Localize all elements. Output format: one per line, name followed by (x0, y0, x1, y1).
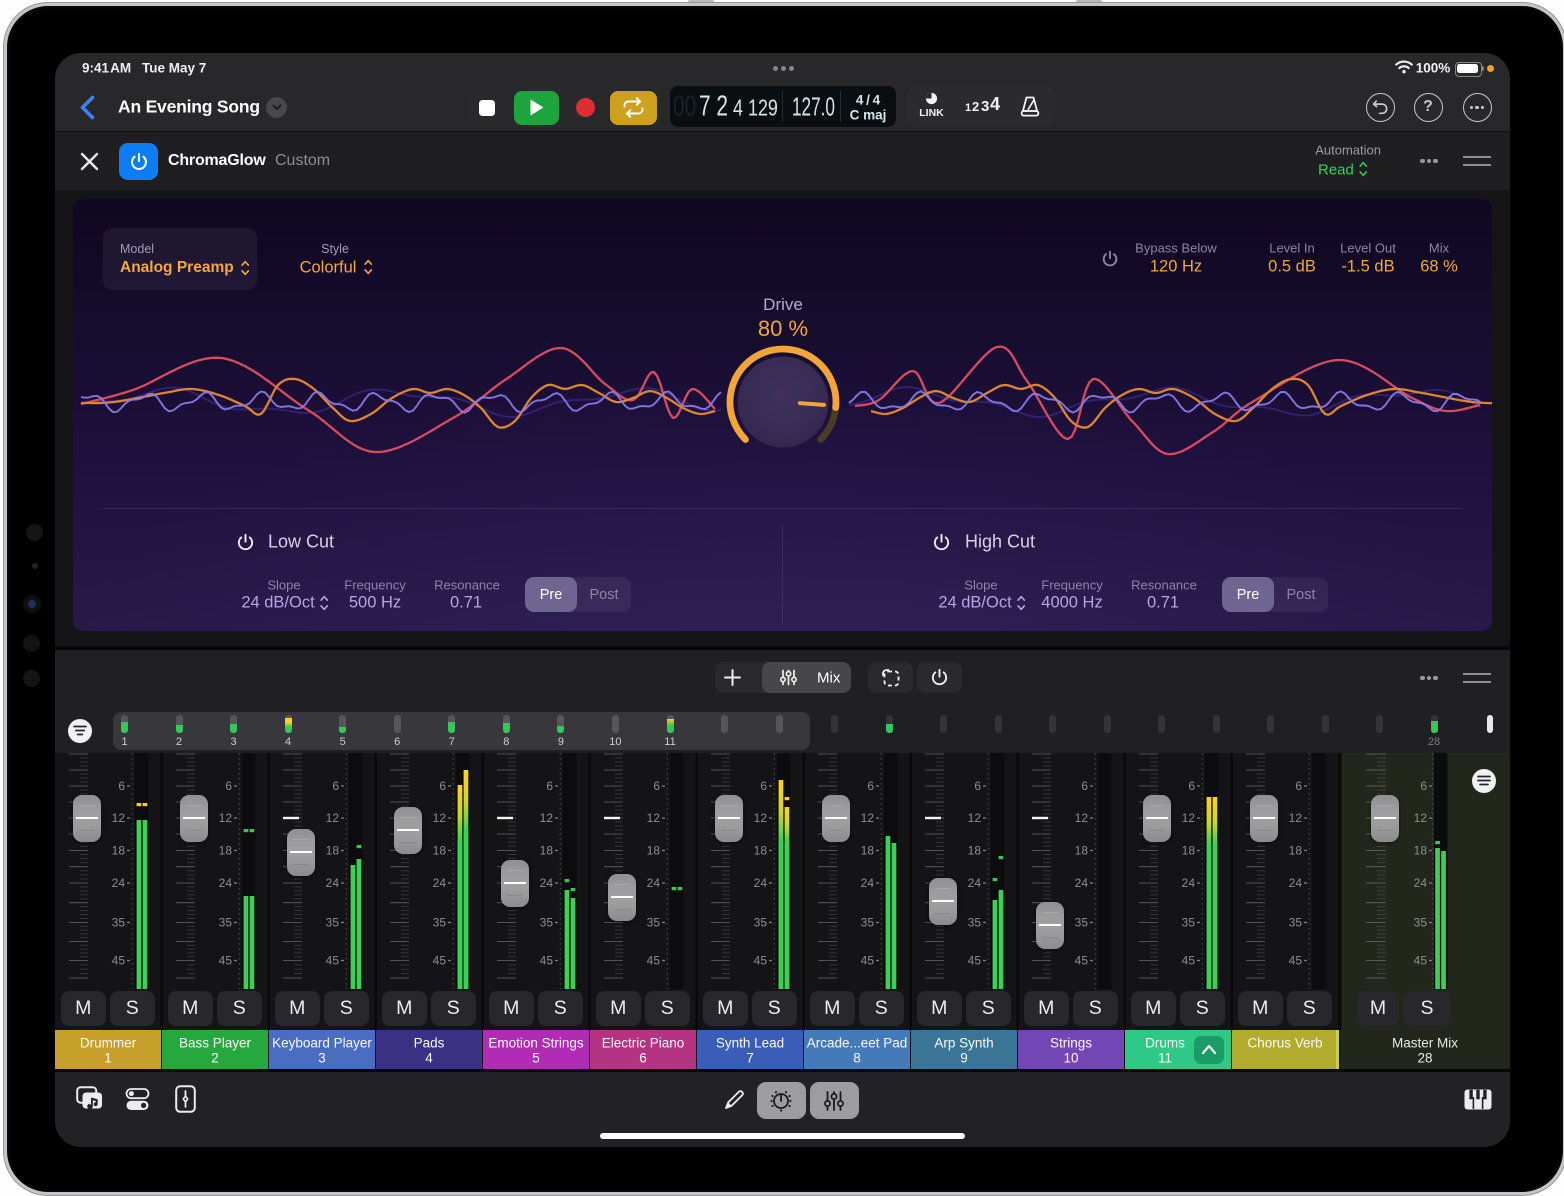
svg-text:18: 18 (433, 844, 447, 858)
svg-text:6: 6 (546, 779, 553, 793)
svg-text:18: 18 (1182, 844, 1196, 858)
svg-text:45: 45 (1182, 954, 1196, 968)
svg-text:12: 12 (1182, 811, 1196, 825)
svg-text:12: 12 (968, 811, 982, 825)
svg-text:45: 45 (1414, 954, 1428, 968)
svg-text:12: 12 (647, 811, 661, 825)
svg-text:45: 45 (861, 954, 875, 968)
svg-text:12: 12 (326, 811, 340, 825)
svg-text:18: 18 (326, 844, 340, 858)
svg-text:45: 45 (112, 954, 126, 968)
svg-text:24: 24 (326, 876, 340, 890)
svg-text:6: 6 (1295, 779, 1302, 793)
svg-text:6: 6 (760, 779, 767, 793)
svg-text:35: 35 (1289, 916, 1303, 930)
svg-text:45: 45 (326, 954, 340, 968)
svg-text:18: 18 (540, 844, 554, 858)
svg-text:24: 24 (754, 876, 768, 890)
svg-text:45: 45 (540, 954, 554, 968)
svg-text:24: 24 (540, 876, 554, 890)
svg-text:12: 12 (754, 811, 768, 825)
svg-text:6: 6 (225, 779, 232, 793)
svg-text:35: 35 (540, 916, 554, 930)
svg-text:6: 6 (439, 779, 446, 793)
svg-text:18: 18 (1289, 844, 1303, 858)
svg-text:24: 24 (1289, 876, 1303, 890)
svg-text:35: 35 (326, 916, 340, 930)
svg-text:35: 35 (219, 916, 233, 930)
svg-text:12: 12 (1289, 811, 1303, 825)
svg-text:24: 24 (861, 876, 875, 890)
svg-text:6: 6 (1081, 779, 1088, 793)
svg-text:35: 35 (968, 916, 982, 930)
svg-text:6: 6 (332, 779, 339, 793)
svg-text:18: 18 (754, 844, 768, 858)
svg-text:12: 12 (112, 811, 126, 825)
svg-text:18: 18 (861, 844, 875, 858)
svg-text:18: 18 (1414, 844, 1428, 858)
svg-text:45: 45 (1075, 954, 1089, 968)
svg-text:12: 12 (1414, 811, 1428, 825)
svg-text:24: 24 (968, 876, 982, 890)
svg-text:24: 24 (112, 876, 126, 890)
svg-text:24: 24 (1075, 876, 1089, 890)
svg-text:18: 18 (112, 844, 126, 858)
svg-text:24: 24 (1182, 876, 1196, 890)
svg-text:35: 35 (1075, 916, 1089, 930)
svg-text:45: 45 (647, 954, 661, 968)
svg-text:6: 6 (1188, 779, 1195, 793)
svg-text:24: 24 (433, 876, 447, 890)
svg-text:6: 6 (974, 779, 981, 793)
svg-text:35: 35 (647, 916, 661, 930)
svg-text:35: 35 (1182, 916, 1196, 930)
svg-text:6: 6 (1420, 779, 1427, 793)
svg-text:12: 12 (861, 811, 875, 825)
svg-text:24: 24 (1414, 876, 1428, 890)
svg-text:12: 12 (1075, 811, 1089, 825)
svg-text:35: 35 (112, 916, 126, 930)
svg-text:45: 45 (219, 954, 233, 968)
svg-text:18: 18 (647, 844, 661, 858)
svg-text:35: 35 (861, 916, 875, 930)
svg-text:12: 12 (433, 811, 447, 825)
svg-text:45: 45 (968, 954, 982, 968)
svg-text:24: 24 (219, 876, 233, 890)
svg-text:18: 18 (219, 844, 233, 858)
svg-text:45: 45 (1289, 954, 1303, 968)
svg-text:12: 12 (540, 811, 554, 825)
svg-text:35: 35 (754, 916, 768, 930)
svg-text:6: 6 (867, 779, 874, 793)
svg-text:45: 45 (754, 954, 768, 968)
svg-text:35: 35 (433, 916, 447, 930)
svg-text:6: 6 (118, 779, 125, 793)
svg-text:12: 12 (219, 811, 233, 825)
svg-text:18: 18 (1075, 844, 1089, 858)
svg-text:35: 35 (1414, 916, 1428, 930)
svg-text:18: 18 (968, 844, 982, 858)
svg-text:45: 45 (433, 954, 447, 968)
svg-text:6: 6 (653, 779, 660, 793)
svg-text:24: 24 (647, 876, 661, 890)
